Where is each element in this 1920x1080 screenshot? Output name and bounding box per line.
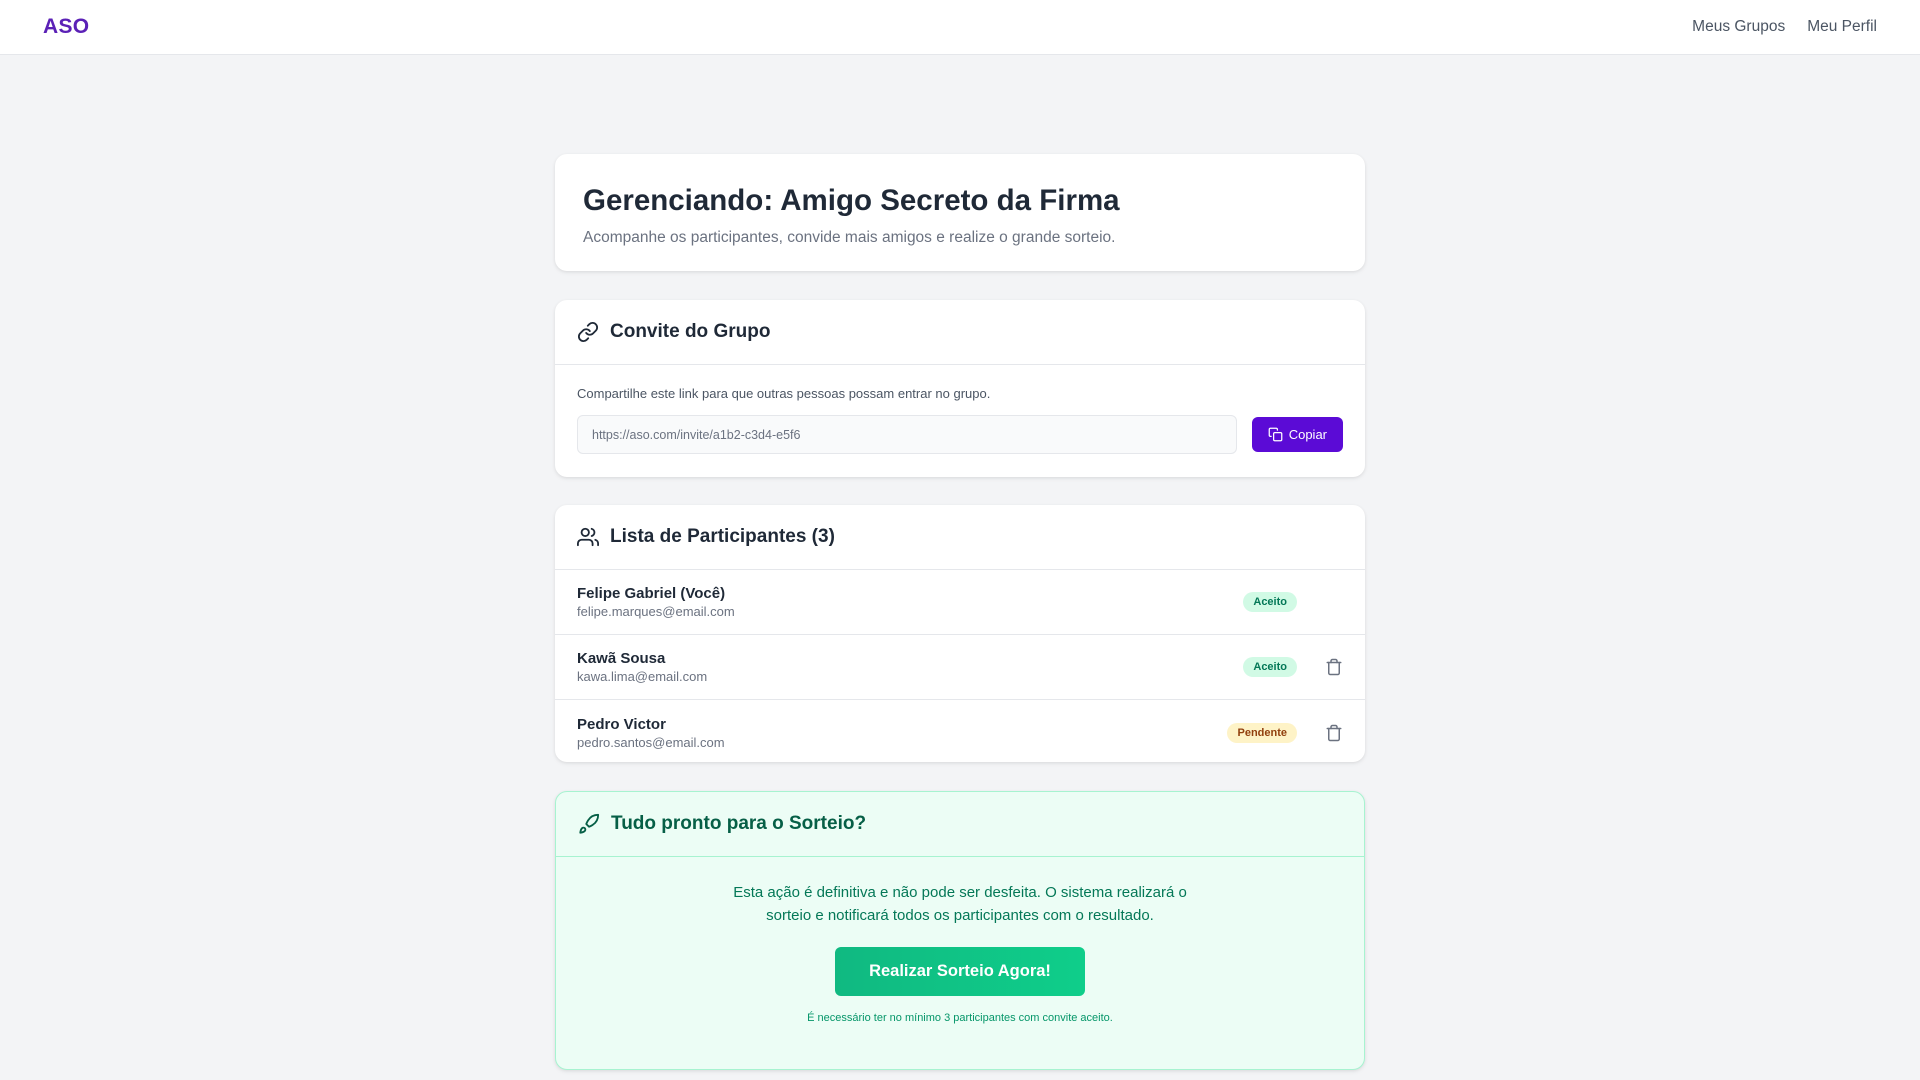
invite-hint: Compartilhe este link para que outras pe… xyxy=(577,386,991,401)
draw-card-header: Tudo pronto para o Sorteio? xyxy=(556,792,1364,857)
status-badge: Aceito xyxy=(1243,592,1297,612)
trash-icon[interactable] xyxy=(1325,724,1343,742)
participant-row: Pedro Victor pedro.santos@email.com Pend… xyxy=(555,700,1365,762)
participants-card: Lista de Participantes (3) Felipe Gabrie… xyxy=(555,505,1365,762)
status-badge: Pendente xyxy=(1227,722,1297,743)
invite-card-title: Convite do Grupo xyxy=(610,321,771,342)
group-header-card: Gerenciando: Amigo Secreto da Firma Acom… xyxy=(555,154,1365,271)
invite-card: Convite do Grupo Compartilhe este link p… xyxy=(555,300,1365,477)
app-logo[interactable]: ASO xyxy=(43,15,89,39)
draw-card-title: Tudo pronto para o Sorteio? xyxy=(611,813,867,834)
participants-card-title: Lista de Participantes (3) xyxy=(610,526,835,547)
participant-email: pedro.santos@email.com xyxy=(577,734,725,750)
copy-button-label: Copiar xyxy=(1288,427,1327,442)
nav-my-groups[interactable]: Meus Grupos xyxy=(1692,18,1785,36)
copy-icon xyxy=(1268,427,1283,442)
participant-row: Felipe Gabriel (Você) felipe.marques@ema… xyxy=(555,570,1365,635)
participant-email: kawa.lima@email.com xyxy=(577,669,708,684)
invite-card-body: Compartilhe este link para que outras pe… xyxy=(555,365,1365,475)
link-icon xyxy=(577,321,599,343)
invite-link-input[interactable] xyxy=(577,415,1237,454)
draw-card-body: Esta ação é definitiva e não pode ser de… xyxy=(556,857,1364,1048)
status-badge: Aceito xyxy=(1243,657,1297,677)
draw-requirement-note: É necessário ter no mínimo 3 participant… xyxy=(807,1012,1113,1024)
participant-name: Pedro Victor xyxy=(577,715,666,733)
participant-row: Kawã Sousa kawa.lima@email.com Aceito xyxy=(555,635,1365,700)
users-icon xyxy=(577,527,599,547)
participant-name: Felipe Gabriel (Você) xyxy=(577,585,726,602)
participants-card-header: Lista de Participantes (3) xyxy=(555,505,1365,570)
participant-email: felipe.marques@email.com xyxy=(577,604,735,619)
trash-icon[interactable] xyxy=(1325,658,1343,676)
draw-card: Tudo pronto para o Sorteio? Esta ação é … xyxy=(555,791,1365,1070)
invite-link-row: Copiar xyxy=(577,415,1343,454)
page-title: Gerenciando: Amigo Secreto da Firma xyxy=(583,184,1120,217)
participant-actions: Pendente xyxy=(1227,722,1343,743)
top-navbar: ASO Meus Grupos Meu Perfil xyxy=(0,0,1920,55)
main-nav: Meus Grupos Meu Perfil xyxy=(1692,18,1877,36)
participant-info: Pedro Victor pedro.santos@email.com xyxy=(577,716,725,750)
participant-info: Kawã Sousa kawa.lima@email.com xyxy=(577,650,707,684)
copy-link-button[interactable]: Copiar xyxy=(1251,417,1343,452)
run-draw-button[interactable]: Realizar Sorteio Agora! xyxy=(835,947,1085,996)
participant-name: Kawã Sousa xyxy=(577,650,666,667)
draw-description: Esta ação é definitiva e não pode ser de… xyxy=(733,884,1187,924)
rocket-icon xyxy=(579,813,600,834)
invite-card-header: Convite do Grupo xyxy=(555,300,1365,365)
participant-actions: Aceito xyxy=(1243,592,1343,612)
participant-actions: Aceito xyxy=(1243,657,1343,677)
participant-info: Felipe Gabriel (Você) felipe.marques@ema… xyxy=(577,585,735,619)
nav-my-profile[interactable]: Meu Perfil xyxy=(1807,18,1877,36)
page-subtitle: Acompanhe os participantes, convide mais… xyxy=(583,229,1116,246)
